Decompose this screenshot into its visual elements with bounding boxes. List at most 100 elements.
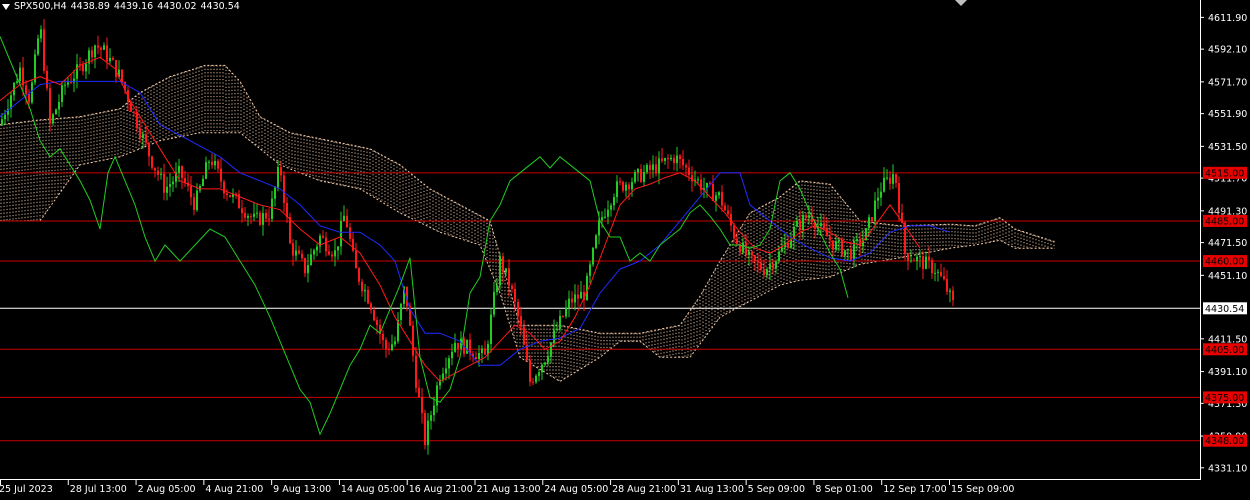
- time-tick-label: 2 Aug 05:00: [138, 484, 196, 495]
- time-tick-label: 15 Sep 09:00: [951, 484, 1014, 495]
- candle-bull: [664, 158, 666, 161]
- candle-bear: [628, 184, 630, 190]
- time-tick-label: 9 Aug 13:00: [273, 484, 331, 495]
- candle-bull: [568, 298, 570, 308]
- candle-bull: [400, 303, 402, 320]
- candle-bull: [634, 172, 636, 183]
- time-axis[interactable]: 25 Jul 2023 28 Jul 13:00 2 Aug 05:00 4 Aug …: [0, 480, 1014, 495]
- candle-bear: [805, 215, 807, 218]
- candle-bull: [310, 254, 312, 266]
- candle-bear: [907, 253, 909, 261]
- candle-bear: [28, 93, 30, 103]
- candle-bull: [253, 213, 255, 217]
- candle-bull: [880, 191, 882, 198]
- candle-bull: [31, 82, 33, 103]
- candle-bear: [352, 238, 354, 251]
- candle-bull: [856, 238, 858, 242]
- candle-bear: [373, 310, 375, 321]
- candle-bear: [25, 85, 27, 94]
- candle-bear: [184, 178, 186, 183]
- candle-bear: [532, 381, 534, 383]
- candle-bull: [466, 339, 468, 354]
- candle-bear: [928, 256, 930, 261]
- candle-bull: [919, 256, 921, 258]
- candle-bear: [82, 64, 84, 72]
- candle-bull: [490, 314, 492, 344]
- chart-window[interactable]: 4611.90 4592.10 4571.70 4551.90 4531.50 4511.…: [0, 0, 1250, 500]
- candle-bear: [283, 175, 285, 203]
- horizontal-levels[interactable]: [0, 172, 1200, 442]
- candle-bear: [520, 316, 522, 327]
- candle-bear: [679, 155, 681, 160]
- candle-bull: [262, 213, 264, 225]
- time-tick-label: 12 Sep 17:00: [883, 484, 946, 495]
- candle-bear: [112, 57, 114, 61]
- candle-bear: [301, 253, 303, 259]
- ohlc-low: 4430.02: [157, 1, 197, 12]
- candle-bear: [349, 227, 351, 239]
- candle-bull: [586, 275, 588, 301]
- candle-bear: [376, 320, 378, 326]
- candle-bull: [715, 195, 717, 201]
- candle-bull: [4, 114, 6, 120]
- candle-bull: [343, 215, 345, 222]
- candle-bull: [652, 164, 654, 170]
- candle-bull: [247, 215, 249, 218]
- candle-bull: [838, 239, 840, 242]
- candle-bear: [940, 271, 942, 277]
- time-tick-label: 25 Jul 2023: [0, 484, 53, 495]
- candle-bear: [331, 254, 333, 257]
- candle-bear: [517, 301, 519, 317]
- candle-bear: [799, 220, 801, 231]
- price-axis[interactable]: 4611.904592.104571.704551.904531.504511.…: [1200, 13, 1247, 474]
- candle-bear: [871, 217, 873, 221]
- time-tick-label: 28 Aug 21:00: [612, 484, 676, 495]
- candle-bull: [925, 256, 927, 269]
- candle-bear: [235, 193, 237, 195]
- candle-bear: [193, 197, 195, 210]
- candle-bull: [847, 248, 849, 251]
- candle-bear: [745, 242, 747, 256]
- candle-bear: [229, 195, 231, 197]
- candle-bull: [499, 256, 501, 286]
- candle-bull: [910, 260, 912, 262]
- candle-bull: [334, 250, 336, 257]
- candle-bull: [208, 161, 210, 163]
- candle-bull: [592, 247, 594, 265]
- candle-bear: [265, 213, 267, 219]
- candle-bear: [673, 157, 675, 164]
- candle-bear: [382, 333, 384, 341]
- candle-bear: [829, 236, 831, 241]
- candle-bull: [892, 174, 894, 184]
- candle-bull: [337, 246, 339, 251]
- chart-shift-marker-icon[interactable]: [955, 0, 967, 6]
- price-chart[interactable]: 4611.904592.104571.704551.904531.504511.…: [0, 0, 1250, 500]
- candle-bull: [61, 85, 63, 103]
- chart-header: SPX500,H4 4438.89 4439.16 4430.02 4430.5…: [2, 0, 244, 14]
- candle-bull: [595, 235, 597, 248]
- candle-bear: [946, 279, 948, 292]
- dropdown-triangle-icon[interactable]: [2, 4, 10, 10]
- candle-bull: [718, 192, 720, 196]
- candle-bull: [277, 167, 279, 188]
- candle-bear: [133, 111, 135, 113]
- ohlc-close: 4430.54: [200, 1, 240, 12]
- candle-bear: [322, 235, 324, 238]
- candle-bull: [166, 186, 168, 193]
- candle-bear: [361, 281, 363, 292]
- candle-bear: [325, 237, 327, 252]
- time-tick-label: 8 Sep 01:00: [815, 484, 872, 495]
- candle-bull: [394, 341, 396, 345]
- candle-bull: [574, 294, 576, 303]
- candle-bear: [895, 174, 897, 184]
- candle-bull: [844, 250, 846, 256]
- candle-bear: [850, 248, 852, 260]
- candle-bull: [274, 187, 276, 199]
- price-tick-label: 4531.50: [1208, 142, 1247, 153]
- candle-bull: [769, 263, 771, 270]
- candle-bull: [535, 375, 537, 383]
- candle-bear: [244, 213, 246, 218]
- time-tick-label: 24 Aug 05:00: [544, 484, 608, 495]
- candle-bear: [424, 413, 426, 446]
- candle-bull: [496, 285, 498, 293]
